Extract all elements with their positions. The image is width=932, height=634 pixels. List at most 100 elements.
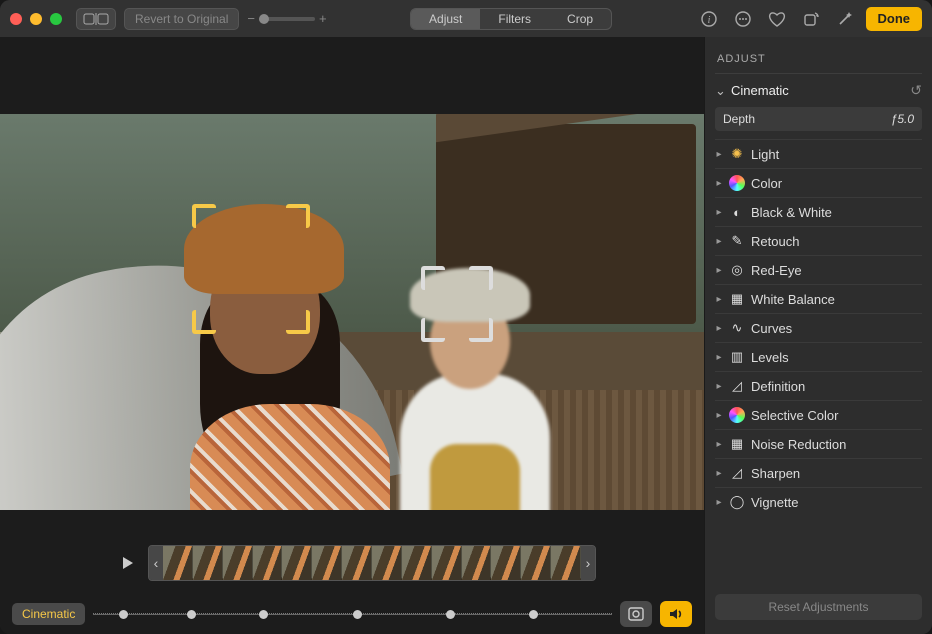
adjustment-label: Curves — [751, 321, 792, 336]
cinematic-label: Cinematic — [731, 83, 789, 98]
tab-filters[interactable]: Filters — [480, 9, 549, 29]
trim-end-handle[interactable]: › — [581, 546, 595, 580]
filmstrip-frame[interactable] — [432, 546, 462, 580]
adjustment-selective-color[interactable]: ▸Selective Color — [715, 400, 922, 429]
filmstrip-frame[interactable] — [402, 546, 432, 580]
adjust-sidebar: ADJUST ⌄ Cinematic ↺ Depth ƒ5.0 ▸✺Light▸… — [704, 37, 932, 634]
filmstrip-frame[interactable] — [521, 546, 551, 580]
filmstrip-frame[interactable] — [372, 546, 402, 580]
adjustment-redeye[interactable]: ▸◎Red-Eye — [715, 255, 922, 284]
cinematic-mode-toggle[interactable]: Cinematic — [12, 603, 85, 625]
filmstrip-frame[interactable] — [342, 546, 372, 580]
redeye-icon: ◎ — [729, 262, 745, 278]
zoom-out-icon: − — [247, 11, 255, 26]
focus-keyframe[interactable] — [259, 610, 268, 619]
color-icon — [729, 175, 745, 191]
focus-keyframe[interactable] — [529, 610, 538, 619]
adjustment-levels[interactable]: ▸▥Levels — [715, 342, 922, 371]
video-frame — [0, 114, 704, 510]
app-window: Revert to Original − + Adjust Filters Cr… — [0, 0, 932, 634]
chevron-right-icon: ▸ — [715, 207, 723, 218]
adjustment-label: Definition — [751, 379, 805, 394]
focus-keyframe[interactable] — [446, 610, 455, 619]
zoom-slider[interactable]: − + — [247, 11, 326, 26]
adjustment-label: Sharpen — [751, 466, 800, 481]
adjustment-label: Levels — [751, 350, 789, 365]
adjustment-curves[interactable]: ▸∿Curves — [715, 313, 922, 342]
adjustment-vignette[interactable]: ▸◯Vignette — [715, 487, 922, 516]
adjustment-bw[interactable]: ▸ ◐ Black & White — [715, 197, 922, 226]
cinematic-section-header[interactable]: ⌄ Cinematic ↺ — [715, 74, 922, 105]
chevron-right-icon: ▸ — [715, 265, 723, 276]
revert-button[interactable]: Revert to Original — [124, 8, 239, 30]
focus-keyframe[interactable] — [187, 610, 196, 619]
filmstrip-frame[interactable] — [163, 546, 193, 580]
auto-focus-button[interactable] — [620, 601, 652, 627]
filmstrip-frame[interactable] — [223, 546, 253, 580]
fullscreen-window-button[interactable] — [50, 13, 62, 25]
adjustment-color[interactable]: ▸Color — [715, 168, 922, 197]
filmstrip-frame[interactable] — [193, 546, 223, 580]
filmstrip[interactable]: ‹ › — [148, 545, 596, 581]
favorite-icon[interactable] — [764, 8, 790, 30]
filmstrip-frame[interactable] — [551, 546, 581, 580]
curves-icon: ∿ — [729, 320, 745, 336]
adjustment-label: White Balance — [751, 292, 835, 307]
tab-adjust[interactable]: Adjust — [411, 9, 480, 29]
adjustment-noise-reduction[interactable]: ▸ ▦ Noise Reduction — [715, 429, 922, 458]
cinematic-reset-icon[interactable]: ↺ — [910, 82, 922, 99]
editor-body: ‹ › Cinematic ADJUST — [0, 37, 932, 634]
chevron-right-icon: ▸ — [715, 149, 723, 160]
view-toggle[interactable] — [76, 8, 116, 30]
focus-keyframe[interactable] — [353, 610, 362, 619]
done-button[interactable]: Done — [866, 7, 923, 31]
adjustment-label: Vignette — [751, 495, 798, 510]
chevron-down-icon: ⌄ — [715, 83, 725, 99]
selective-color-icon — [729, 407, 745, 423]
bw-icon: ◐ — [729, 204, 745, 220]
reset-adjustments-button[interactable]: Reset Adjustments — [715, 594, 922, 620]
close-window-button[interactable] — [10, 13, 22, 25]
adjustment-definition[interactable]: ▸ ◿ Definition — [715, 371, 922, 400]
filmstrip-frames[interactable] — [163, 546, 581, 580]
chevron-right-icon: ▸ — [715, 236, 723, 247]
tab-crop[interactable]: Crop — [549, 9, 611, 29]
sidebar-title: ADJUST — [715, 47, 922, 74]
adjustment-light[interactable]: ▸ ✺ Light — [715, 139, 922, 168]
auto-enhance-icon[interactable] — [832, 8, 858, 30]
play-button[interactable] — [116, 551, 140, 575]
vignette-icon: ◯ — [729, 494, 745, 510]
white-balance-icon: ▦ — [729, 291, 745, 307]
chevron-right-icon: ▸ — [715, 410, 723, 421]
more-icon[interactable] — [730, 8, 756, 30]
rotate-icon[interactable] — [798, 8, 824, 30]
canvas-area[interactable] — [0, 37, 704, 532]
filmstrip-frame[interactable] — [491, 546, 521, 580]
sharpen-icon: ◿ — [729, 465, 745, 481]
definition-icon: ◿ — [729, 378, 745, 394]
chevron-right-icon: ▸ — [715, 439, 723, 450]
minimize-window-button[interactable] — [30, 13, 42, 25]
filmstrip-frame[interactable] — [253, 546, 283, 580]
focus-keyframe[interactable] — [119, 610, 128, 619]
focus-timeline[interactable] — [93, 603, 612, 625]
depth-control[interactable]: Depth ƒ5.0 — [715, 107, 922, 131]
svg-text:i: i — [707, 15, 710, 26]
filmstrip-frame[interactable] — [312, 546, 342, 580]
adjustment-label: Light — [751, 147, 779, 162]
filmstrip-frame[interactable] — [282, 546, 312, 580]
audio-toggle-button[interactable] — [660, 601, 692, 627]
filmstrip-frame[interactable] — [462, 546, 492, 580]
chevron-right-icon: ▸ — [715, 381, 723, 392]
adjustment-retouch[interactable]: ▸✎Retouch — [715, 226, 922, 255]
adjustment-label: Black & White — [751, 205, 832, 220]
chevron-right-icon: ▸ — [715, 468, 723, 479]
adjustment-label: Noise Reduction — [751, 437, 846, 452]
light-icon: ✺ — [729, 146, 745, 162]
noise-reduction-icon: ▦ — [729, 436, 745, 452]
toolbar: Revert to Original − + Adjust Filters Cr… — [0, 0, 932, 37]
adjustment-sharpen[interactable]: ▸ ◿ Sharpen — [715, 458, 922, 487]
adjustment-white-balance[interactable]: ▸▦White Balance — [715, 284, 922, 313]
trim-start-handle[interactable]: ‹ — [149, 546, 163, 580]
info-icon[interactable]: i — [696, 8, 722, 30]
